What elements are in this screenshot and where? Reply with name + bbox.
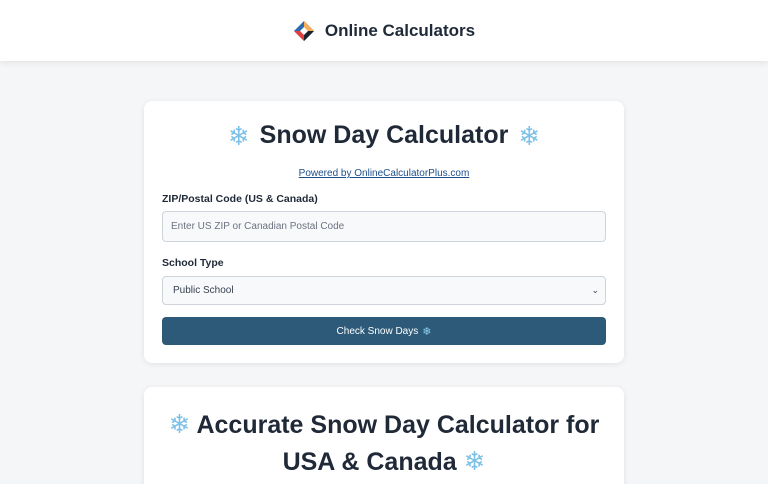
snowflake-icon: ❄	[463, 446, 486, 476]
calculator-title-text: Snow Day Calculator	[259, 121, 509, 149]
info-title-line2: USA & Canada	[282, 448, 457, 476]
snowflake-icon: ❄	[227, 120, 250, 151]
brand-name: Online Calculators	[324, 20, 476, 40]
snowflake-icon: ❄	[422, 325, 432, 338]
school-type-select[interactable]: Public School ⌄	[162, 276, 606, 305]
info-title-line1: Accurate Snow Day Calculator for	[196, 411, 600, 439]
diamond-logo-icon	[293, 20, 315, 42]
school-type-value: Public School	[173, 285, 234, 296]
info-title: ❄ Accurate Snow Day Calculator for USA &…	[144, 407, 624, 481]
school-type-label: School Type	[162, 257, 224, 269]
brand[interactable]: Online Calculators	[293, 20, 475, 42]
snowflake-icon: ❄	[168, 409, 191, 439]
calculator-card: ❄ Snow Day Calculator ❄ Powered by Onlin…	[144, 101, 624, 363]
chevron-down-icon: ⌄	[591, 285, 599, 295]
powered-by-link[interactable]: Powered by OnlineCalculatorPlus.com	[299, 168, 470, 179]
snowflake-icon: ❄	[518, 120, 541, 151]
zip-input[interactable]	[162, 211, 606, 242]
powered-by: Powered by OnlineCalculatorPlus.com	[144, 168, 624, 179]
calculator-title: ❄ Snow Day Calculator ❄	[144, 121, 624, 150]
top-bar: Online Calculators	[0, 0, 768, 61]
info-card: ❄ Accurate Snow Day Calculator for USA &…	[144, 387, 624, 484]
check-snow-days-label: Check Snow Days	[336, 325, 419, 337]
check-snow-days-button[interactable]: Check Snow Days ❄	[162, 317, 606, 345]
zip-label: ZIP/Postal Code (US & Canada)	[162, 193, 318, 205]
